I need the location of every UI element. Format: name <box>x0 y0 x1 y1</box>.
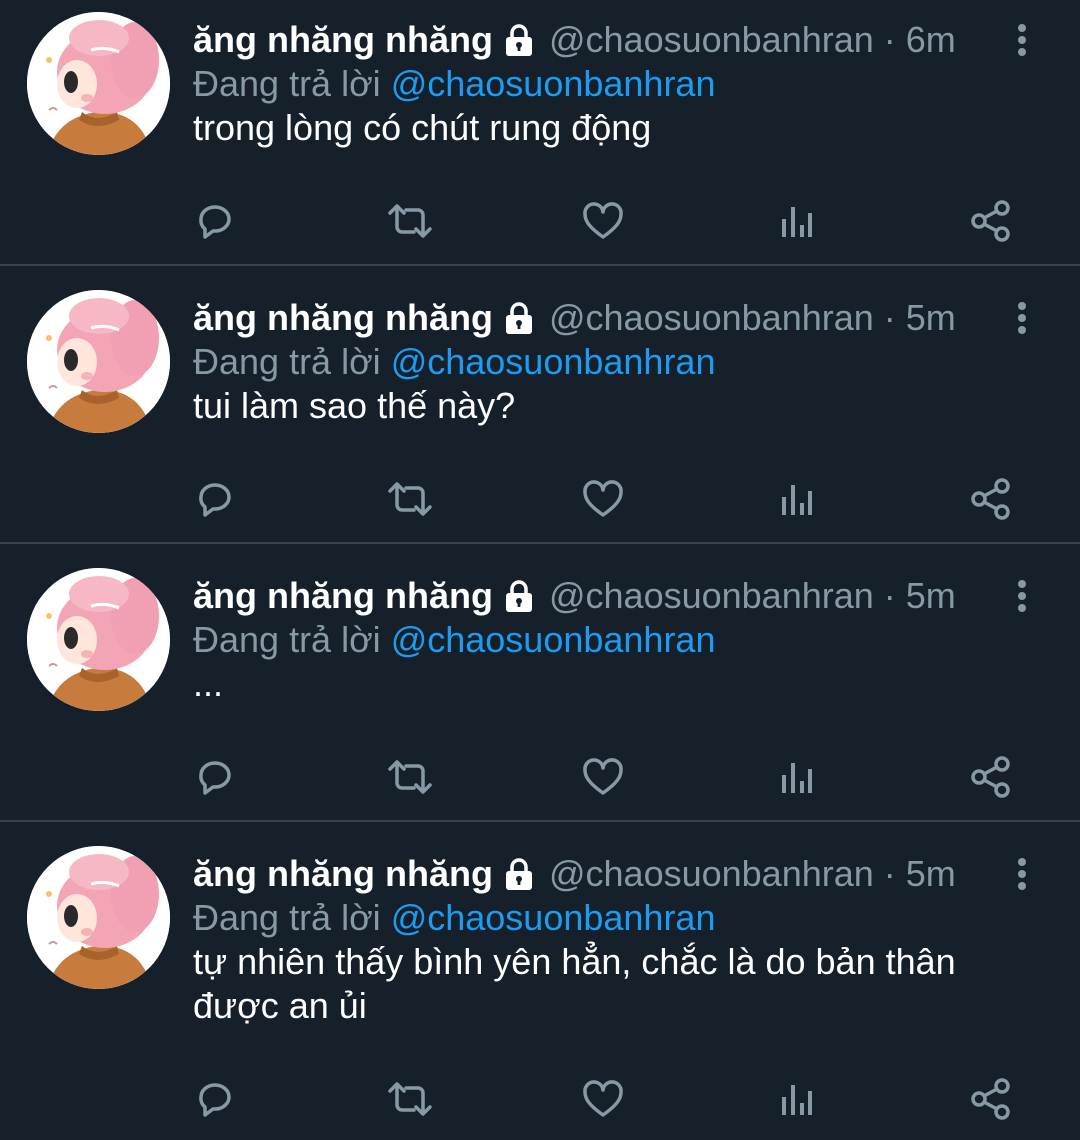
tweet-header: ăng nhăng nhăng @chaosuonbanhran · 5m <box>193 574 956 618</box>
avatar[interactable] <box>27 290 170 433</box>
retweet-icon[interactable] <box>385 474 435 524</box>
reply-icon[interactable] <box>190 196 240 246</box>
heart-icon[interactable] <box>578 752 628 802</box>
user-handle[interactable]: @chaosuonbanhran <box>549 297 874 339</box>
tweet-text: tự nhiên thấy bình yên hẳn, chắc là do b… <box>193 941 956 1026</box>
timestamp[interactable]: 5m <box>906 575 956 617</box>
tweet-actions <box>0 1074 1080 1124</box>
replying-to-handle[interactable]: @chaosuonbanhran <box>391 63 716 105</box>
heart-icon[interactable] <box>578 1074 628 1124</box>
avatar-image <box>27 290 170 433</box>
avatar-image <box>27 568 170 711</box>
share-icon[interactable] <box>966 752 1016 802</box>
user-handle[interactable]: @chaosuonbanhran <box>549 19 874 61</box>
tweet-header: ăng nhăng nhăng @chaosuonbanhran · 5m <box>193 296 956 340</box>
separator-dot: · <box>883 19 896 60</box>
tweet-actions <box>0 474 1080 524</box>
lock-icon <box>501 22 537 58</box>
user-handle[interactable]: @chaosuonbanhran <box>549 575 874 617</box>
display-name[interactable]: ăng nhăng nhăng <box>193 19 493 61</box>
divider <box>0 264 1080 266</box>
replying-to: Đang trả lời @chaosuonbanhran <box>193 62 715 106</box>
divider <box>0 820 1080 822</box>
more-vertical-icon[interactable] <box>1008 574 1036 618</box>
lock-icon <box>501 578 537 614</box>
replying-to-handle[interactable]: @chaosuonbanhran <box>391 341 716 383</box>
retweet-icon[interactable] <box>385 196 435 246</box>
display-name[interactable]: ăng nhăng nhăng <box>193 297 493 339</box>
display-name[interactable]: ăng nhăng nhăng <box>193 575 493 617</box>
tweet-header: ăng nhăng nhăng @chaosuonbanhran · 6m <box>193 18 956 62</box>
separator-dot: · <box>883 575 896 616</box>
avatar[interactable] <box>27 846 170 989</box>
tweet[interactable]: ăng nhăng nhăng @chaosuonbanhran · 5m Đa… <box>0 834 1080 1140</box>
analytics-icon[interactable] <box>772 1074 822 1124</box>
replying-to-handle[interactable]: @chaosuonbanhran <box>391 897 716 939</box>
avatar[interactable] <box>27 568 170 711</box>
replying-to-label: Đang trả lời <box>193 341 381 382</box>
replying-to-label: Đang trả lời <box>193 619 381 660</box>
timestamp[interactable]: 5m <box>906 853 956 895</box>
timeline-feed: ăng nhăng nhăng @chaosuonbanhran · 6m Đa… <box>0 0 1080 1140</box>
tweet[interactable]: ăng nhăng nhăng @chaosuonbanhran · 6m Đa… <box>0 0 1080 265</box>
tweet-header: ăng nhăng nhăng @chaosuonbanhran · 5m <box>193 852 956 896</box>
tweet-actions <box>0 196 1080 246</box>
reply-icon[interactable] <box>190 474 240 524</box>
analytics-icon[interactable] <box>772 474 822 524</box>
analytics-icon[interactable] <box>772 196 822 246</box>
more-vertical-icon[interactable] <box>1008 296 1036 340</box>
divider <box>0 542 1080 544</box>
tweet-actions <box>0 752 1080 802</box>
user-handle[interactable]: @chaosuonbanhran <box>549 853 874 895</box>
lock-icon <box>501 300 537 336</box>
separator-dot: · <box>883 297 896 338</box>
timestamp[interactable]: 5m <box>906 297 956 339</box>
retweet-icon[interactable] <box>385 1074 435 1124</box>
lock-icon <box>501 856 537 892</box>
tweet-text: tui làm sao thế này? <box>193 385 516 426</box>
share-icon[interactable] <box>966 1074 1016 1124</box>
heart-icon[interactable] <box>578 196 628 246</box>
replying-to-handle[interactable]: @chaosuonbanhran <box>391 619 716 661</box>
timestamp[interactable]: 6m <box>906 19 956 61</box>
retweet-icon[interactable] <box>385 752 435 802</box>
tweet-text: trong lòng có chút rung động <box>193 107 652 148</box>
tweet-text: ... <box>193 663 224 704</box>
more-vertical-icon[interactable] <box>1008 18 1036 62</box>
avatar[interactable] <box>27 12 170 155</box>
replying-to: Đang trả lời @chaosuonbanhran <box>193 340 715 384</box>
reply-icon[interactable] <box>190 752 240 802</box>
tweet[interactable]: ăng nhăng nhăng @chaosuonbanhran · 5m Đa… <box>0 556 1080 821</box>
separator-dot: · <box>883 853 896 894</box>
reply-icon[interactable] <box>190 1074 240 1124</box>
more-vertical-icon[interactable] <box>1008 852 1036 896</box>
replying-to: Đang trả lời @chaosuonbanhran <box>193 618 715 662</box>
heart-icon[interactable] <box>578 474 628 524</box>
replying-to-label: Đang trả lời <box>193 63 381 104</box>
analytics-icon[interactable] <box>772 752 822 802</box>
display-name[interactable]: ăng nhăng nhăng <box>193 853 493 895</box>
avatar-image <box>27 12 170 155</box>
share-icon[interactable] <box>966 196 1016 246</box>
replying-to: Đang trả lời @chaosuonbanhran <box>193 896 715 940</box>
share-icon[interactable] <box>966 474 1016 524</box>
avatar-image <box>27 846 170 989</box>
replying-to-label: Đang trả lời <box>193 897 381 938</box>
tweet[interactable]: ăng nhăng nhăng @chaosuonbanhran · 5m Đa… <box>0 278 1080 543</box>
